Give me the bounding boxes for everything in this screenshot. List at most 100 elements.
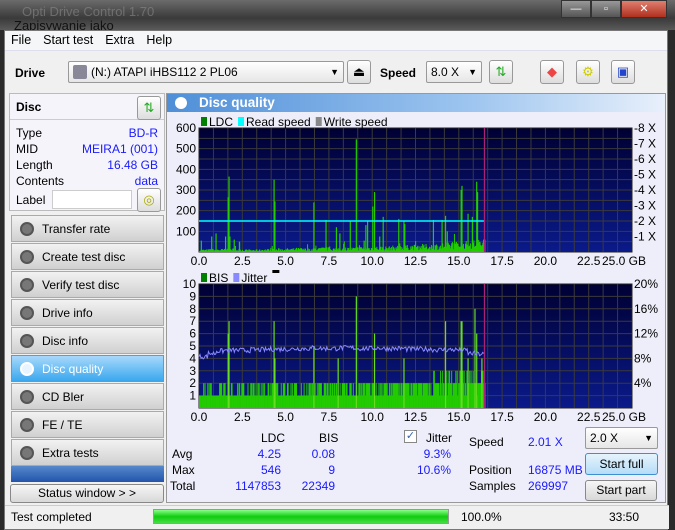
position-value: 16875 MB	[528, 463, 583, 477]
total-ldc: 1147853	[235, 479, 281, 493]
nav-label: CD Bler	[42, 390, 85, 404]
field-label: Length	[16, 158, 53, 172]
progress-bar	[153, 509, 449, 524]
field-value: BD-R	[128, 126, 158, 140]
ldc-spike	[367, 221, 369, 252]
eraser-icon: ◆	[547, 64, 557, 79]
field-value: MEIRA1 (001)	[81, 142, 158, 156]
max-jitter: 10.6%	[416, 463, 451, 477]
speed-select-value: 8.0 X	[431, 65, 460, 79]
bis-spike	[474, 308, 476, 408]
y2-tick-label: -6 X	[634, 152, 656, 166]
field-label: Type	[16, 126, 43, 140]
max-bis: 9	[328, 463, 335, 477]
y2-tick-label: -8 X	[634, 121, 656, 135]
title-bar: Opti Drive Control 1.70 Zapisywanie jako…	[0, 0, 675, 33]
avg-bis: 0.08	[311, 447, 335, 461]
eject-icon: ⏏	[352, 64, 366, 79]
label-label: Label	[16, 193, 46, 207]
menu-help[interactable]: Help	[140, 31, 178, 47]
x-tick-label: 10.0	[361, 410, 385, 421]
save-button[interactable]: ▣	[611, 60, 635, 84]
start-full-button[interactable]: Start full	[585, 453, 658, 475]
legend-write-speed: Write speed	[324, 115, 388, 129]
field-label: MID	[16, 142, 38, 156]
disc-label-button[interactable]: ◎	[137, 188, 161, 212]
refresh-button[interactable]: ⇅	[489, 60, 513, 84]
nav-label: FE / TE	[42, 418, 83, 432]
menu-extra[interactable]: Extra	[99, 31, 140, 47]
ldc-spike	[382, 216, 384, 252]
menu-file[interactable]: File	[5, 31, 37, 47]
y2-tick-label: 16%	[634, 302, 658, 316]
status-text: Test completed	[11, 510, 92, 524]
bis-spike	[355, 296, 357, 408]
y-tick-label: 6	[189, 327, 196, 341]
x-tick-label: 20.0	[534, 410, 558, 421]
x-tick-label: 12.5	[404, 410, 428, 421]
legend-bis: BIS	[209, 271, 228, 285]
nav-label: Drive info	[42, 306, 93, 320]
disc-refresh-button[interactable]: ⇅	[137, 96, 161, 120]
y-tick-label: 100	[176, 224, 196, 238]
label-input[interactable]	[52, 190, 132, 209]
test-speed-select[interactable]: 2.0 X ▼	[585, 427, 658, 449]
y2-tick-label: 4%	[634, 376, 652, 390]
close-button[interactable]: ✕	[621, 0, 667, 18]
nav-create-test-disc[interactable]: Create test disc	[11, 243, 164, 270]
y-tick-label: 300	[176, 183, 196, 197]
bis-spike	[228, 321, 230, 408]
nav-label: Extra tests	[42, 446, 99, 460]
menu-start-test[interactable]: Start test	[37, 31, 99, 47]
x-tick-label: 0.0	[191, 410, 208, 421]
jitter-checkbox[interactable]: ✓	[404, 430, 417, 443]
eject-button[interactable]: ⏏	[347, 60, 371, 84]
ldc-spike	[233, 239, 235, 252]
x-tick-label: 22.5	[577, 410, 601, 421]
y2-tick-label: 12%	[634, 327, 658, 341]
nav-cd-bler[interactable]: CD Bler	[11, 383, 164, 410]
disc-quality-panel: Disc quality LDC Read speed Write speed 100…	[166, 93, 666, 503]
progress-label: 100.0%	[461, 510, 502, 524]
legend-ldc: LDC	[209, 115, 233, 129]
ldc-spike	[467, 213, 469, 252]
speed-label: Speed	[469, 435, 504, 449]
status-window-button[interactable]: Status window > >	[10, 484, 164, 503]
speed-select[interactable]: 8.0 X ▼	[426, 61, 482, 83]
ldc-spike	[229, 236, 231, 252]
ldc-spike	[355, 139, 357, 252]
disc-icon	[20, 418, 34, 432]
nav-extra-tests[interactable]: Extra tests	[11, 439, 164, 466]
nav-drive-info[interactable]: Drive info	[11, 299, 164, 326]
erase-button[interactable]: ◆	[540, 60, 564, 84]
samples-label: Samples	[469, 479, 516, 493]
ldc-spike	[379, 236, 381, 252]
nav-disc-info[interactable]: Disc info	[11, 327, 164, 354]
bis-spike	[274, 358, 276, 408]
toolbar: Drive (N:) ATAPI iHBS112 2 PL06 ▼ ⏏ Speed…	[5, 53, 667, 91]
y-tick-label: 500	[176, 142, 196, 156]
disc-icon	[20, 334, 34, 348]
nav-label: Transfer rate	[42, 222, 111, 236]
y2-tick-label: -1 X	[634, 230, 656, 244]
settings-button[interactable]: ⚙	[576, 60, 600, 84]
ldc-spike	[398, 218, 400, 252]
nav-fe-te[interactable]: FE / TE	[11, 411, 164, 438]
test-speed-value: 2.0 X	[590, 431, 619, 445]
nav-verify-test-disc[interactable]: Verify test disc	[11, 271, 164, 298]
maximize-button[interactable]: ▫	[591, 0, 621, 18]
start-part-button[interactable]: Start part	[585, 480, 657, 501]
legend-swatch	[201, 117, 207, 126]
avg-ldc: 4.25	[257, 447, 281, 461]
nav-transfer-rate[interactable]: Transfer rate	[11, 215, 164, 242]
y2-tick-label: -2 X	[634, 214, 656, 228]
y-tick-label: 10	[183, 277, 197, 291]
nav-disc-quality[interactable]: Disc quality	[11, 355, 164, 382]
minimize-button[interactable]: —	[561, 0, 591, 18]
legend-jitter: Jitter	[241, 271, 267, 285]
disc-icon	[20, 362, 34, 376]
drive-select[interactable]: (N:) ATAPI iHBS112 2 PL06 ▼	[68, 61, 344, 83]
y2-tick-label: -3 X	[634, 199, 656, 213]
y2-tick-label: -5 X	[634, 168, 656, 182]
disc-icon	[20, 222, 34, 236]
